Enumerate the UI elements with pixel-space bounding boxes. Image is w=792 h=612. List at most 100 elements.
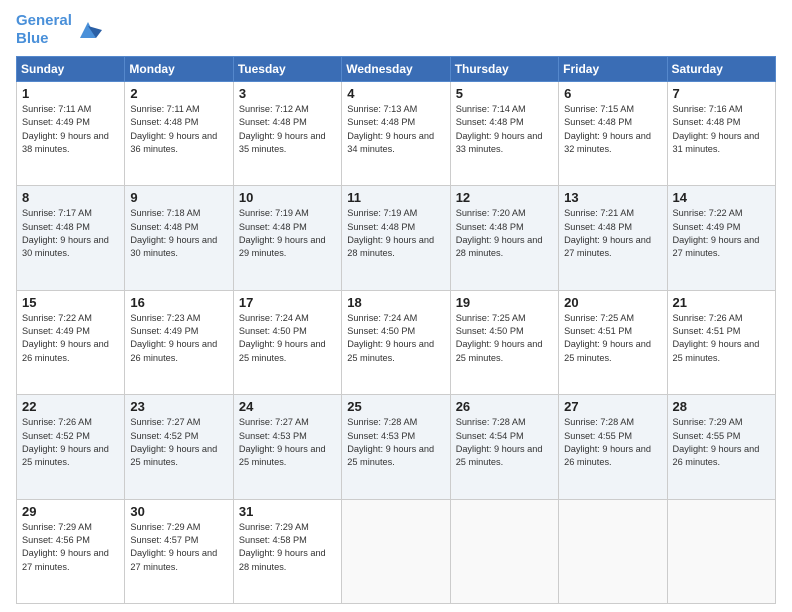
calendar-body: 1 Sunrise: 7:11 AMSunset: 4:49 PMDaylight… (17, 82, 776, 604)
calendar-week-1: 1 Sunrise: 7:11 AMSunset: 4:49 PMDaylight… (17, 82, 776, 186)
calendar-cell: 20 Sunrise: 7:25 AMSunset: 4:51 PMDayligh… (559, 290, 667, 394)
calendar-cell: 15 Sunrise: 7:22 AMSunset: 4:49 PMDayligh… (17, 290, 125, 394)
calendar-cell: 5 Sunrise: 7:14 AMSunset: 4:48 PMDaylight… (450, 82, 558, 186)
calendar-cell: 10 Sunrise: 7:19 AMSunset: 4:48 PMDayligh… (233, 186, 341, 290)
day-number: 29 (22, 504, 119, 519)
calendar-cell: 6 Sunrise: 7:15 AMSunset: 4:48 PMDaylight… (559, 82, 667, 186)
cell-info: Sunrise: 7:26 AMSunset: 4:52 PMDaylight:… (22, 416, 119, 469)
day-number: 10 (239, 190, 336, 205)
day-number: 26 (456, 399, 553, 414)
calendar-header-row: SundayMondayTuesdayWednesdayThursdayFrid… (17, 57, 776, 82)
calendar-cell: 23Sunrise: 7:27 AMSunset: 4:52 PMDayligh… (125, 395, 233, 499)
calendar-cell: 2 Sunrise: 7:11 AMSunset: 4:48 PMDaylight… (125, 82, 233, 186)
cell-info: Sunrise: 7:27 AMSunset: 4:52 PMDaylight:… (130, 416, 227, 469)
calendar-cell: 7 Sunrise: 7:16 AMSunset: 4:48 PMDaylight… (667, 82, 775, 186)
header-cell-saturday: Saturday (667, 57, 775, 82)
calendar-container: General Blue SundayMondayTuesdayWednesda… (0, 0, 792, 612)
header-cell-friday: Friday (559, 57, 667, 82)
calendar-cell: 30 Sunrise: 7:29 AMSunset: 4:57 PMDayligh… (125, 499, 233, 603)
day-number: 5 (456, 86, 553, 101)
calendar-week-3: 15 Sunrise: 7:22 AMSunset: 4:49 PMDayligh… (17, 290, 776, 394)
cell-info: Sunrise: 7:20 AMSunset: 4:48 PMDaylight:… (456, 207, 553, 260)
cell-info: Sunrise: 7:13 AMSunset: 4:48 PMDaylight:… (347, 103, 444, 156)
cell-info: Sunrise: 7:24 AMSunset: 4:50 PMDaylight:… (239, 312, 336, 365)
day-number: 16 (130, 295, 227, 310)
day-number: 24 (239, 399, 336, 414)
day-number: 13 (564, 190, 661, 205)
day-number: 19 (456, 295, 553, 310)
header-cell-thursday: Thursday (450, 57, 558, 82)
calendar-cell: 9Sunrise: 7:18 AMSunset: 4:48 PMDaylight… (125, 186, 233, 290)
cell-info: Sunrise: 7:22 AMSunset: 4:49 PMDaylight:… (673, 207, 770, 260)
day-number: 27 (564, 399, 661, 414)
cell-info: Sunrise: 7:23 AMSunset: 4:49 PMDaylight:… (130, 312, 227, 365)
cell-info: Sunrise: 7:29 AMSunset: 4:55 PMDaylight:… (673, 416, 770, 469)
cell-info: Sunrise: 7:19 AMSunset: 4:48 PMDaylight:… (239, 207, 336, 260)
cell-info: Sunrise: 7:29 AMSunset: 4:58 PMDaylight:… (239, 521, 336, 574)
logo-text-blue: Blue (16, 30, 49, 47)
day-number: 28 (673, 399, 770, 414)
day-number: 15 (22, 295, 119, 310)
cell-info: Sunrise: 7:14 AMSunset: 4:48 PMDaylight:… (456, 103, 553, 156)
cell-info: Sunrise: 7:21 AMSunset: 4:48 PMDaylight:… (564, 207, 661, 260)
cell-info: Sunrise: 7:11 AMSunset: 4:48 PMDaylight:… (130, 103, 227, 156)
cell-info: Sunrise: 7:25 AMSunset: 4:51 PMDaylight:… (564, 312, 661, 365)
cell-info: Sunrise: 7:15 AMSunset: 4:48 PMDaylight:… (564, 103, 661, 156)
calendar-cell: 22 Sunrise: 7:26 AMSunset: 4:52 PMDayligh… (17, 395, 125, 499)
cell-info: Sunrise: 7:11 AMSunset: 4:49 PMDaylight:… (22, 103, 119, 156)
calendar-cell: 24 Sunrise: 7:27 AMSunset: 4:53 PMDayligh… (233, 395, 341, 499)
cell-info: Sunrise: 7:22 AMSunset: 4:49 PMDaylight:… (22, 312, 119, 365)
calendar-week-4: 22 Sunrise: 7:26 AMSunset: 4:52 PMDayligh… (17, 395, 776, 499)
calendar-cell: 19 Sunrise: 7:25 AMSunset: 4:50 PMDayligh… (450, 290, 558, 394)
day-number: 7 (673, 86, 770, 101)
calendar-table: SundayMondayTuesdayWednesdayThursdayFrid… (16, 56, 776, 604)
cell-info: Sunrise: 7:28 AMSunset: 4:55 PMDaylight:… (564, 416, 661, 469)
day-number: 1 (22, 86, 119, 101)
cell-info: Sunrise: 7:29 AMSunset: 4:57 PMDaylight:… (130, 521, 227, 574)
calendar-cell: 25Sunrise: 7:28 AMSunset: 4:53 PMDayligh… (342, 395, 450, 499)
calendar-cell (450, 499, 558, 603)
day-number: 3 (239, 86, 336, 101)
calendar-cell (559, 499, 667, 603)
calendar-cell: 8Sunrise: 7:17 AMSunset: 4:48 PMDaylight… (17, 186, 125, 290)
calendar-cell: 18 Sunrise: 7:24 AMSunset: 4:50 PMDayligh… (342, 290, 450, 394)
calendar-cell: 29 Sunrise: 7:29 AMSunset: 4:56 PMDayligh… (17, 499, 125, 603)
cell-info: Sunrise: 7:12 AMSunset: 4:48 PMDaylight:… (239, 103, 336, 156)
day-number: 14 (673, 190, 770, 205)
day-number: 21 (673, 295, 770, 310)
header: General Blue (16, 12, 776, 48)
header-cell-sunday: Sunday (17, 57, 125, 82)
day-number: 18 (347, 295, 444, 310)
cell-info: Sunrise: 7:16 AMSunset: 4:48 PMDaylight:… (673, 103, 770, 156)
calendar-week-2: 8Sunrise: 7:17 AMSunset: 4:48 PMDaylight… (17, 186, 776, 290)
day-number: 6 (564, 86, 661, 101)
calendar-cell: 31Sunrise: 7:29 AMSunset: 4:58 PMDayligh… (233, 499, 341, 603)
cell-info: Sunrise: 7:29 AMSunset: 4:56 PMDaylight:… (22, 521, 119, 574)
cell-info: Sunrise: 7:25 AMSunset: 4:50 PMDaylight:… (456, 312, 553, 365)
day-number: 22 (22, 399, 119, 414)
logo-text-general: General (16, 12, 72, 29)
calendar-cell: 12Sunrise: 7:20 AMSunset: 4:48 PMDayligh… (450, 186, 558, 290)
calendar-week-5: 29 Sunrise: 7:29 AMSunset: 4:56 PMDayligh… (17, 499, 776, 603)
cell-info: Sunrise: 7:28 AMSunset: 4:53 PMDaylight:… (347, 416, 444, 469)
day-number: 17 (239, 295, 336, 310)
calendar-cell: 28 Sunrise: 7:29 AMSunset: 4:55 PMDayligh… (667, 395, 775, 499)
logo-icon (74, 16, 102, 44)
header-cell-monday: Monday (125, 57, 233, 82)
calendar-cell: 13 Sunrise: 7:21 AMSunset: 4:48 PMDayligh… (559, 186, 667, 290)
calendar-cell: 26 Sunrise: 7:28 AMSunset: 4:54 PMDayligh… (450, 395, 558, 499)
header-cell-tuesday: Tuesday (233, 57, 341, 82)
day-number: 30 (130, 504, 227, 519)
calendar-cell: 14 Sunrise: 7:22 AMSunset: 4:49 PMDayligh… (667, 186, 775, 290)
logo: General Blue (16, 12, 102, 48)
day-number: 20 (564, 295, 661, 310)
day-number: 2 (130, 86, 227, 101)
cell-info: Sunrise: 7:26 AMSunset: 4:51 PMDaylight:… (673, 312, 770, 365)
cell-info: Sunrise: 7:24 AMSunset: 4:50 PMDaylight:… (347, 312, 444, 365)
calendar-cell (667, 499, 775, 603)
cell-info: Sunrise: 7:19 AMSunset: 4:48 PMDaylight:… (347, 207, 444, 260)
cell-info: Sunrise: 7:28 AMSunset: 4:54 PMDaylight:… (456, 416, 553, 469)
cell-info: Sunrise: 7:17 AMSunset: 4:48 PMDaylight:… (22, 207, 119, 260)
calendar-cell: 17 Sunrise: 7:24 AMSunset: 4:50 PMDayligh… (233, 290, 341, 394)
cell-info: Sunrise: 7:27 AMSunset: 4:53 PMDaylight:… (239, 416, 336, 469)
